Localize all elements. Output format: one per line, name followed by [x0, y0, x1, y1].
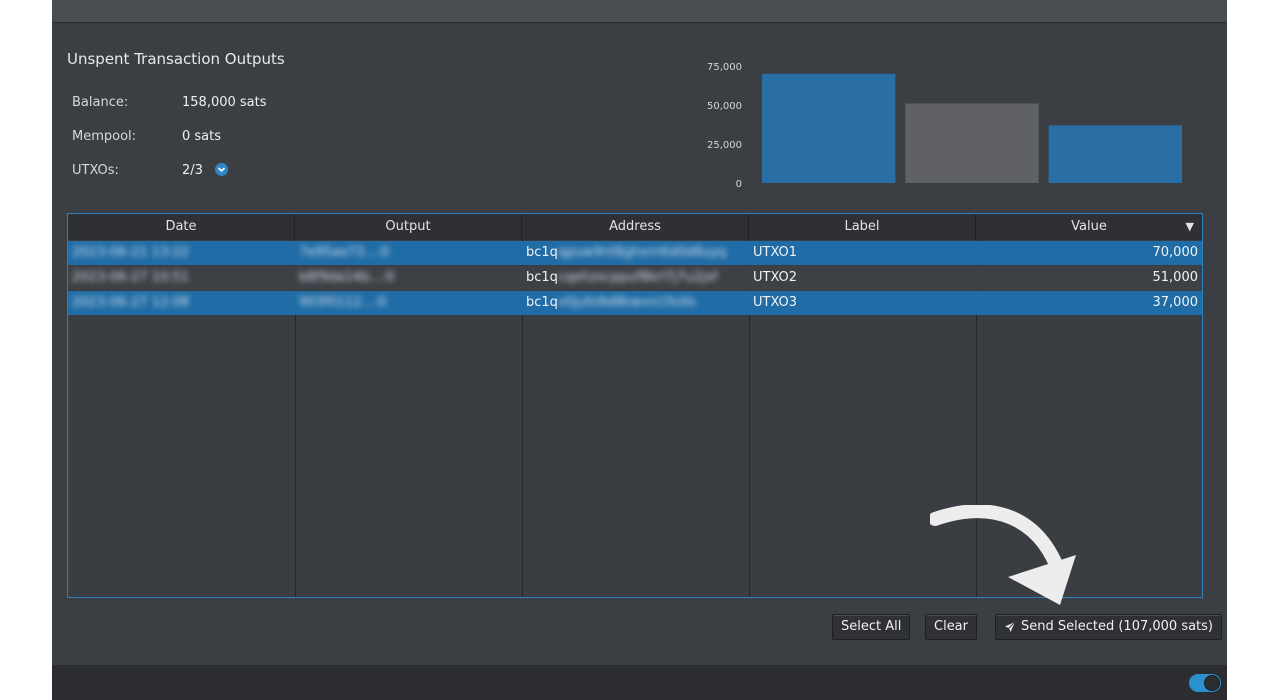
status-bar [52, 665, 1227, 700]
address-blurred: qpuw9nt8ghxrn6d0d8uyq [557, 245, 727, 260]
column-header-address[interactable]: Address [522, 214, 749, 240]
column-header-value-label: Value [1071, 219, 1107, 234]
utxos-value: 2/3 [182, 163, 203, 178]
column-header-date[interactable]: Date [68, 214, 295, 240]
send-selected-label: Send Selected (107,000 sats) [1021, 619, 1214, 634]
cell-date: 2023-06-27 10:51 [72, 270, 190, 285]
mempool-value: 0 sats [182, 129, 222, 144]
table-row[interactable]: 2023-06-21 13:22 7e95ae73...:0 bc1qqpuw9… [68, 241, 1202, 265]
toggle-switch[interactable] [1189, 674, 1221, 692]
table-header: Date Output Address Label Value ▼ [68, 214, 1202, 240]
cell-date: 2023-06-27 12:08 [72, 295, 190, 310]
y-tick-label: 75,000 [707, 62, 742, 73]
cell-output: 903f0112...:0 [299, 295, 387, 310]
bar-utxo2[interactable] [905, 103, 1039, 183]
y-tick-label: 50,000 [707, 101, 742, 112]
section-title: Unspent Transaction Outputs [67, 50, 285, 68]
utxos-label: UTXOs: [72, 163, 119, 178]
cell-label: UTXO3 [753, 295, 798, 310]
utxo-table: Date Output Address Label Value ▼ 2023-0… [67, 213, 1203, 598]
cell-value: 70,000 [1152, 245, 1199, 260]
cell-address: bc1qcqehzxcppuf8krl7j7u2jxf [522, 266, 749, 290]
table-row[interactable]: 2023-06-27 12:08 903f0112...:0 bc1qv0juf… [68, 291, 1202, 315]
select-all-button[interactable]: Select All [832, 614, 911, 640]
mempool-label: Mempool: [72, 129, 137, 144]
cell-value: 51,000 [1152, 270, 1199, 285]
address-prefix: bc1q [526, 295, 558, 310]
address-prefix: bc1q [526, 245, 558, 260]
balance-value: 158,000 sats [182, 95, 267, 110]
y-tick-label: 0 [736, 179, 742, 190]
cell-output: 7e95ae73...:0 [299, 245, 390, 260]
cell-value: 37,000 [1152, 295, 1199, 310]
paper-plane-icon [1005, 621, 1016, 632]
top-bar [52, 0, 1227, 23]
cell-address: bc1qv0jufo9d8kwvrcl3v0s [522, 291, 749, 315]
send-selected-button[interactable]: Send Selected (107,000 sats) [995, 614, 1223, 640]
sort-descending-icon[interactable]: ▼ [1186, 214, 1194, 240]
bar-utxo3[interactable] [1048, 125, 1182, 183]
utxo-window: Unspent Transaction Outputs Balance: 158… [52, 0, 1227, 700]
chevron-down-circle-icon[interactable] [215, 163, 228, 176]
address-blurred: v0jufo9d8kwvrcl3v0s [557, 295, 696, 310]
cell-label: UTXO2 [753, 270, 798, 285]
cell-address: bc1qqpuw9nt8ghxrn6d0d8uyq [522, 241, 749, 265]
utxo-bar-chart: 0 25,000 50,000 75,000 [707, 62, 1190, 190]
column-header-output[interactable]: Output [295, 214, 522, 240]
column-header-value[interactable]: Value ▼ [976, 214, 1202, 240]
clear-button[interactable]: Clear [925, 614, 977, 640]
cell-label: UTXO1 [753, 245, 798, 260]
cell-output: b8f9da14b...:0 [299, 270, 395, 285]
table-row[interactable]: 2023-06-27 10:51 b8f9da14b...:0 bc1qcqeh… [68, 266, 1202, 290]
bar-utxo1[interactable] [762, 73, 896, 183]
balance-label: Balance: [72, 95, 129, 110]
column-header-label[interactable]: Label [749, 214, 976, 240]
address-prefix: bc1q [526, 270, 558, 285]
address-blurred: cqehzxcppuf8krl7j7u2jxf [557, 270, 718, 285]
y-tick-label: 25,000 [707, 140, 742, 151]
cell-date: 2023-06-21 13:22 [72, 245, 190, 260]
